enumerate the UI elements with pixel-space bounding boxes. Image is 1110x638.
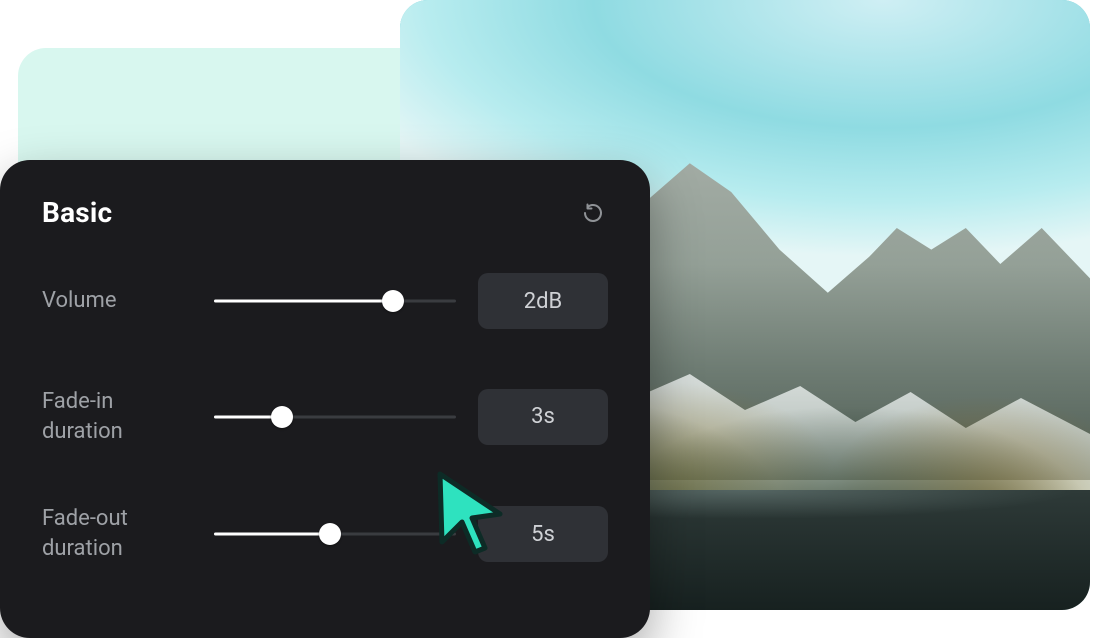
panel-header: Basic [42, 196, 608, 229]
row-fade-out: Fade-out duration 5s [42, 504, 608, 563]
label-fade-in: Fade-in duration [42, 387, 192, 446]
control-rows: Volume 2dB Fade-in duration 3s Fade- [42, 273, 608, 564]
slider-knob[interactable] [271, 406, 293, 428]
value-volume[interactable]: 2dB [478, 273, 608, 329]
slider-fill [214, 300, 393, 303]
panel-title: Basic [42, 196, 112, 229]
value-fade-out[interactable]: 5s [478, 506, 608, 562]
label-volume: Volume [42, 286, 192, 316]
reset-button[interactable] [578, 198, 608, 228]
slider-fade-in[interactable] [214, 403, 456, 431]
basic-panel: Basic Volume 2dB Fade-in duration [0, 160, 650, 638]
row-fade-in: Fade-in duration 3s [42, 387, 608, 446]
slider-knob[interactable] [319, 523, 341, 545]
slider-fill [214, 533, 330, 536]
reset-icon [581, 201, 605, 225]
slider-knob[interactable] [382, 290, 404, 312]
label-fade-out: Fade-out duration [42, 504, 192, 563]
slider-fade-out[interactable] [214, 520, 456, 548]
slider-volume[interactable] [214, 287, 456, 315]
row-volume: Volume 2dB [42, 273, 608, 329]
value-fade-in[interactable]: 3s [478, 389, 608, 445]
